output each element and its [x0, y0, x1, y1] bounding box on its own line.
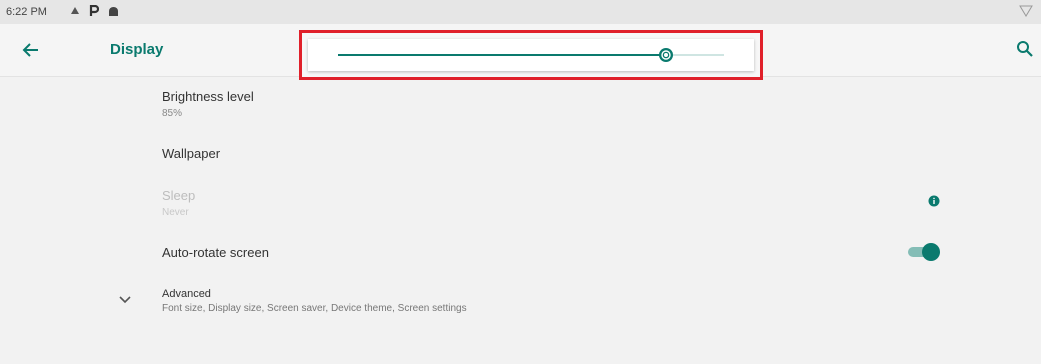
brightness-icon[interactable]	[658, 47, 674, 63]
brightness-slider-fill	[338, 54, 667, 56]
wallpaper-title: Wallpaper	[162, 146, 221, 161]
auto-rotate-toggle[interactable]	[908, 243, 940, 261]
auto-rotate-item[interactable]: Auto-rotate screen	[162, 245, 269, 260]
p-icon	[89, 5, 99, 16]
status-time: 6:22 PM	[6, 6, 47, 18]
advanced-title: Advanced	[162, 288, 211, 300]
advanced-item[interactable]: Advanced Font size, Display size, Screen…	[162, 288, 467, 314]
brightness-level-summary: 85%	[162, 108, 183, 119]
brightness-level-title: Brightness level	[162, 89, 254, 104]
toggle-thumb	[922, 243, 940, 261]
sleep-item[interactable]: Sleep Never	[162, 188, 195, 218]
wallpaper-item[interactable]: Wallpaper	[162, 146, 220, 161]
brightness-level-item[interactable]: Brightness level 85%	[162, 89, 254, 119]
chevron-down-icon[interactable]	[118, 295, 132, 305]
advanced-summary: Font size, Display size, Screen saver, D…	[162, 303, 467, 314]
page-title: Display	[110, 41, 164, 58]
search-icon[interactable]	[1015, 39, 1035, 59]
brightness-slider-popup	[299, 30, 763, 80]
status-bar: 6:22 PM	[0, 0, 1041, 24]
brightness-slider-panel	[308, 39, 754, 71]
status-icons	[70, 5, 119, 17]
auto-rotate-title: Auto-rotate screen	[162, 245, 269, 260]
sleep-summary: Never	[162, 207, 189, 218]
sleep-title: Sleep	[162, 188, 196, 203]
arrow-left-icon[interactable]	[20, 39, 42, 61]
android-icon	[109, 6, 118, 16]
brightness-slider[interactable]	[338, 48, 724, 62]
info-icon[interactable]	[928, 195, 940, 207]
wifi-icon	[1019, 5, 1033, 17]
notification-icon	[71, 7, 79, 14]
